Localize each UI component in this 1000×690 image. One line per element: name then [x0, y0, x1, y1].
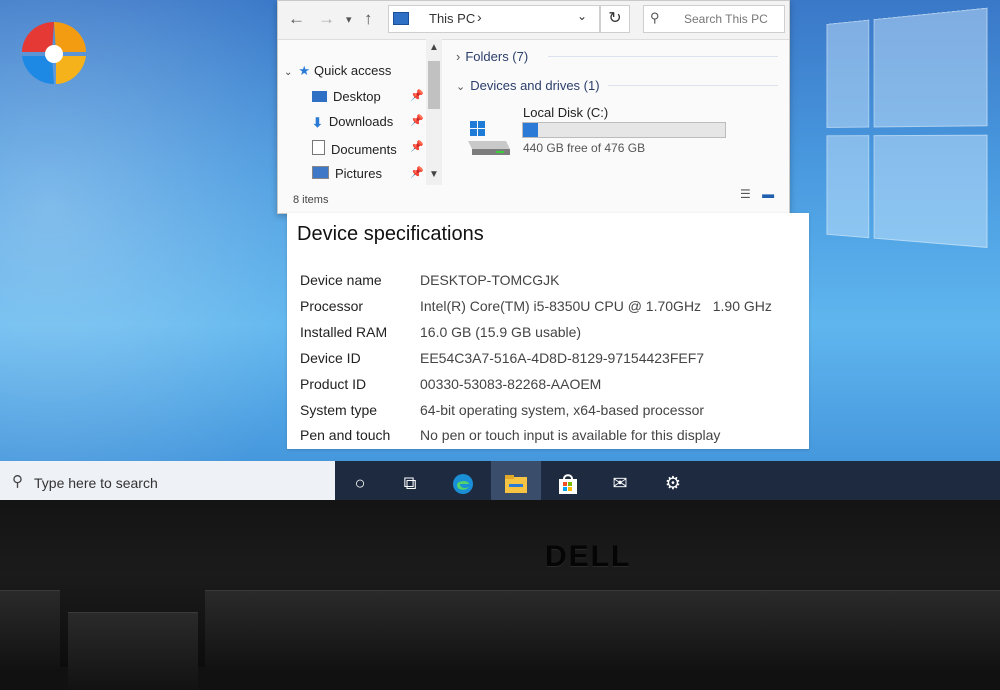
desktop-background: ← → ▾ ↑ This PC › ⌄ ↻ ⚲ Search This PC ⌄…	[0, 0, 1000, 500]
address-toolbar: ← → ▾ ↑ This PC › ⌄ ↻ ⚲ Search This PC	[278, 1, 789, 40]
spec-row-installed-ram: Installed RAM 16.0 GB (15.9 GB usable)	[300, 324, 800, 346]
pin-icon[interactable]: 📌	[410, 89, 424, 102]
spec-value: EE54C3A7-516A-4D8D-8129-97154423FEF7	[420, 350, 705, 366]
spec-key: System type	[300, 402, 378, 418]
expand-chevron-icon[interactable]: ⌄	[284, 67, 292, 78]
pin-icon[interactable]: 📌	[410, 140, 424, 153]
spec-value: No pen or touch input is available for t…	[420, 427, 721, 443]
back-arrow-icon[interactable]: ←	[288, 9, 305, 29]
search-icon: ⚲	[12, 473, 23, 490]
spec-value: 64-bit operating system, x64-based proce…	[420, 402, 705, 418]
taskbar: ⚲ Type here to search ○ ⧉ ✉ ⚙	[0, 461, 1000, 500]
spec-row-device-name: Device name DESKTOP-TOMCGJK	[300, 272, 800, 294]
spec-value: DESKTOP-TOMCGJK	[420, 272, 560, 288]
edge-icon[interactable]	[438, 461, 488, 500]
spec-key: Device name	[300, 272, 382, 288]
spec-value: 16.0 GB (15.9 GB usable)	[420, 324, 582, 340]
file-explorer-icon[interactable]	[491, 461, 541, 500]
address-bar[interactable]: This PC › ⌄	[388, 5, 600, 33]
breadcrumb-chevron-icon[interactable]: ›	[477, 9, 482, 25]
cortana-circle-icon[interactable]: ○	[335, 461, 385, 500]
group-divider	[548, 56, 778, 57]
refresh-button[interactable]: ↻	[600, 5, 630, 33]
quick-access-label: Quick access	[314, 63, 392, 78]
devices-group-header[interactable]: ⌄ Devices and drives (1)	[456, 78, 600, 93]
nav-item-label: Documents	[331, 142, 397, 157]
specs-title: Device specifications	[297, 223, 484, 245]
star-icon: ★	[298, 63, 311, 78]
search-input[interactable]: ⚲ Search This PC	[643, 5, 785, 33]
spec-key: Pen and touch	[300, 427, 391, 443]
collapse-chevron-icon: ›	[456, 49, 461, 64]
spec-value: 00330-53083-82268-AAOEM	[420, 376, 602, 392]
nav-scrollbar[interactable]: ▲ ▼	[426, 39, 442, 185]
pin-icon[interactable]: 📌	[410, 114, 424, 127]
forward-arrow-icon[interactable]: →	[318, 9, 335, 29]
store-icon[interactable]	[543, 461, 593, 500]
spec-key: Installed RAM	[300, 324, 388, 340]
nav-item-label: Downloads	[328, 114, 394, 129]
hinge-left	[0, 590, 60, 668]
file-explorer-window: ← → ▾ ↑ This PC › ⌄ ↻ ⚲ Search This PC ⌄…	[277, 0, 790, 214]
spec-value: Intel(R) Core(TM) i5-8350U CPU @ 1.70GHz…	[420, 298, 772, 314]
this-pc-icon	[393, 12, 409, 25]
taskbar-search-placeholder: Type here to search	[34, 475, 158, 491]
nav-item-pictures[interactable]: Pictures	[312, 166, 382, 181]
folders-group-header[interactable]: › Folders (7)	[456, 49, 528, 64]
document-icon	[312, 140, 325, 155]
details-view-icon[interactable]: ☰	[740, 187, 751, 201]
search-icon: ⚲	[650, 10, 660, 25]
group-divider	[608, 85, 778, 86]
content-pane: › Folders (7) ⌄ Devices and drives (1) Loc…	[448, 39, 788, 189]
nav-item-label: Pictures	[335, 166, 382, 181]
drive-usage-fill	[523, 123, 539, 137]
quick-access-item[interactable]: ⌄ ★ Quick access	[284, 63, 391, 79]
spec-row-product-id: Product ID 00330-53083-82268-AAOEM	[300, 376, 800, 398]
scroll-up-icon[interactable]: ▲	[429, 42, 439, 53]
hinge-segment	[68, 612, 198, 690]
large-icons-view-icon[interactable]: ▬	[762, 187, 774, 201]
nav-item-documents[interactable]: Documents	[312, 140, 397, 157]
spec-row-pen-and-touch: Pen and touch No pen or touch input is a…	[300, 427, 800, 449]
drive-free-text: 440 GB free of 476 GB	[523, 141, 646, 155]
hard-drive-icon[interactable]	[466, 119, 512, 159]
pictures-icon	[312, 166, 329, 179]
brand-logo: DELL	[545, 540, 632, 573]
hinge-center	[205, 590, 1000, 668]
settings-gear-icon[interactable]: ⚙	[648, 461, 698, 500]
devices-group-label: Devices and drives (1)	[470, 78, 600, 93]
view-buttons: ☰ ▬	[740, 187, 774, 201]
drive-name[interactable]: Local Disk (C:)	[523, 105, 608, 120]
address-dropdown-icon[interactable]: ⌄	[577, 9, 587, 23]
task-view-icon[interactable]: ⧉	[385, 461, 435, 500]
recent-locations-chevron-icon[interactable]: ▾	[346, 13, 352, 26]
spec-key: Product ID	[300, 376, 367, 392]
pin-icon[interactable]: 📌	[410, 166, 424, 179]
mail-icon[interactable]: ✉	[595, 461, 645, 500]
spec-row-device-id: Device ID EE54C3A7-516A-4D8D-8129-971544…	[300, 350, 800, 372]
navigation-pane: ⌄ ★ Quick access Desktop 📌 ⬇ Downloads 📌 Do…	[278, 39, 443, 189]
address-text: This PC	[429, 11, 476, 26]
taskbar-search-input[interactable]: ⚲ Type here to search	[0, 461, 335, 500]
spec-row-processor: Processor Intel(R) Core(TM) i5-8350U CPU…	[300, 298, 800, 320]
windows-logo-wallpaper	[826, 5, 1000, 276]
folders-group-label: Folders (7)	[465, 49, 529, 64]
nav-item-desktop[interactable]: Desktop	[312, 89, 381, 104]
scrollbar-thumb[interactable]	[428, 61, 440, 109]
expand-chevron-icon: ⌄	[456, 81, 466, 93]
spec-row-system-type: System type 64-bit operating system, x64…	[300, 402, 800, 424]
desktop-folder-icon	[312, 91, 327, 102]
device-specifications-panel: Device specifications Device name DESKTO…	[287, 213, 809, 449]
search-placeholder: Search This PC	[684, 12, 768, 26]
nav-item-label: Desktop	[333, 89, 381, 104]
download-arrow-icon: ⬇	[312, 115, 323, 130]
spec-key: Processor	[300, 298, 364, 314]
drive-usage-bar	[522, 122, 726, 138]
up-arrow-icon[interactable]: ↑	[364, 9, 373, 29]
spec-key: Device ID	[300, 350, 361, 366]
site-logo-icon	[22, 22, 86, 84]
scroll-down-icon[interactable]: ▼	[429, 169, 439, 180]
status-item-count: 8 items	[293, 194, 329, 206]
nav-item-downloads[interactable]: ⬇ Downloads	[312, 114, 394, 130]
